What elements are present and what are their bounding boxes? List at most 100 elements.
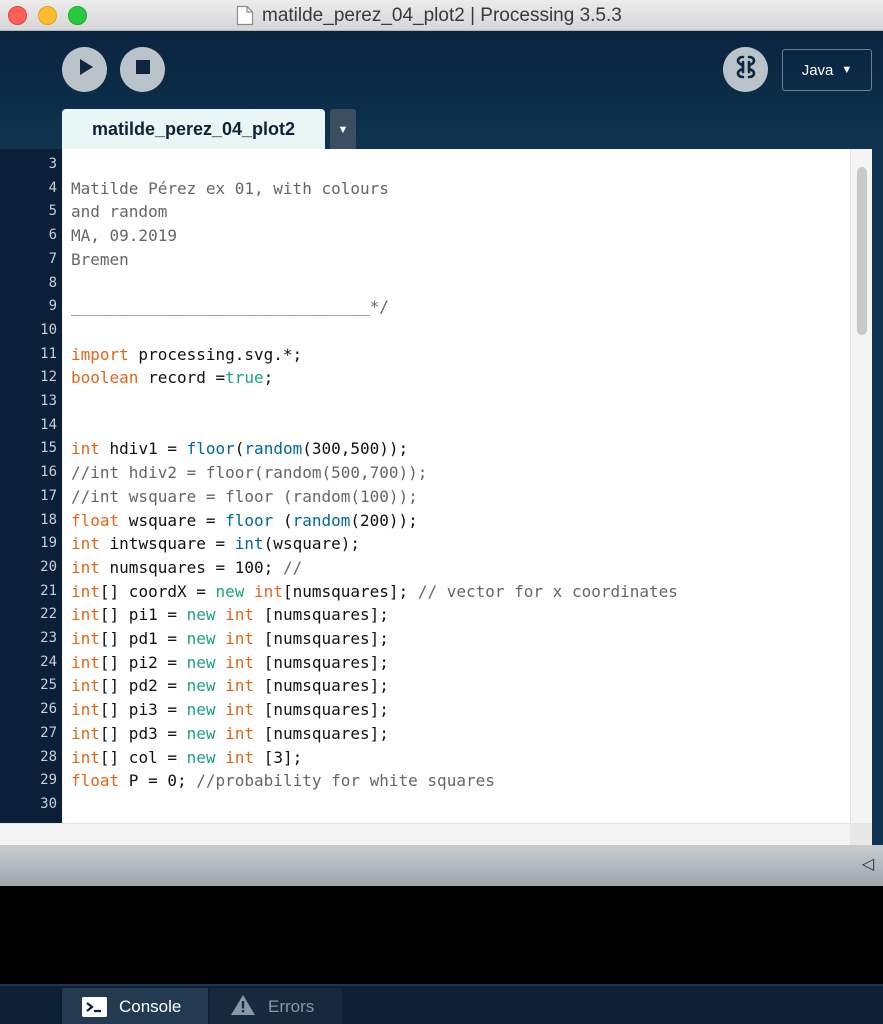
line-number: 21 [40,582,57,599]
minimize-window-button[interactable] [38,6,57,25]
function-token: floor [225,510,274,530]
message-area: ◁ [0,845,883,886]
code-token: hdiv1 = [99,439,187,459]
code-line: int[] coordX = new int[numsquares]; // v… [71,580,678,604]
code-token: (200)); [350,510,418,530]
line-number: 6 [48,227,57,244]
function-token: int [234,534,264,554]
keyword-token: int [71,534,100,554]
code-line: //int hdiv2 = floor(random(500,700)); [71,461,427,485]
literal-token: new [186,605,216,625]
tab-label: matilde_perez_04_plot2 [91,119,296,139]
mode-label: Java [801,61,834,79]
toolbar: Java ▼ matilde_perez_04_plot2 ▼ [0,31,883,150]
keyword-token: float [71,510,120,530]
line-number-gutter: 3 4 5 6 7 8 9 10 11 12 13 14 15 16 17 18 19 20 21 22 23 24 25 2… [0,149,62,823]
line-number: 19 [40,535,57,552]
line-number: 30 [40,795,57,812]
console-output[interactable] [0,886,883,984]
line-number: 20 [40,558,57,575]
code-line: float P = 0; //probability for white squ… [71,769,495,793]
run-button[interactable] [62,47,107,92]
code-token: [] pd1 = [99,629,187,648]
keyword-token: int [71,439,100,459]
code-token: processing.svg.*; [128,344,303,364]
document-icon [236,5,254,26]
tab-menu-button[interactable]: ▼ [330,109,356,150]
code-editor[interactable]: Matilde Pérez ex 01, with colours and ran… [62,149,872,823]
debugger-button[interactable] [723,47,768,92]
line-number: 29 [40,772,57,789]
literal-token: new [186,723,216,743]
keyword-token: int [225,723,255,743]
keyword-token: boolean [71,368,139,388]
horizontal-scrollbar[interactable] [0,823,872,845]
comment-token: and random [71,202,168,222]
stop-icon [135,59,151,80]
code-token: [numsquares]; [254,629,389,648]
collapse-console-icon[interactable]: ◁ [859,855,877,875]
stop-button[interactable] [120,47,165,92]
code-line: boolean record =true; [71,366,273,390]
function-token: random [244,439,303,459]
literal-token: new [186,629,216,648]
keyword-token: int [71,557,100,577]
line-number: 17 [40,487,57,504]
code-line: int intwsquare = int(wsquare); [71,532,360,556]
chevron-down-icon: ▼ [841,64,853,76]
line-number: 13 [40,393,57,409]
comment-token: Matilde Pérez ex 01, with colours [71,178,389,198]
code-line: import processing.svg.*; [71,343,302,367]
line-number: 15 [40,440,57,457]
tab-sketch[interactable]: matilde_perez_04_plot2 [62,109,325,150]
code-token: [numsquares]; [254,652,389,672]
code-line: int hdiv1 = floor(random(300,500)); [71,437,408,461]
keyword-token: int [71,605,100,625]
comment-token: //probability for white squares [196,771,495,791]
code-token: [numsquares]; [282,581,418,601]
comment-token: //int hdiv2 = floor(random(500,700)); [71,463,428,483]
code-line: int[] pd1 = new int [numsquares]; [71,627,389,651]
code-token: ( [273,510,293,530]
mode-selector[interactable]: Java ▼ [782,49,872,91]
console-tab-label: Console [119,997,182,1016]
comment-token: // vector for x coordinates [417,581,678,601]
function-token: floor [186,439,235,459]
line-number: 28 [40,748,57,765]
comment-token: _______________________________*/ [71,297,389,317]
keyword-token: int [225,605,255,625]
line-number: 24 [40,653,57,670]
tab-errors[interactable]: Errors [210,988,342,1024]
keyword-token: int [225,747,255,767]
line-number: 8 [48,274,57,291]
line-number: 26 [40,701,57,718]
keyword-token: int [254,581,283,601]
code-line: float wsquare = floor (random(200)); [71,509,418,533]
code-token: [] pi2 = [99,652,187,672]
literal-token: new [186,676,216,696]
vertical-scrollbar[interactable] [850,149,872,823]
code-token: [numsquares]; [254,700,389,720]
keyword-token: int [71,676,100,696]
maximize-window-button[interactable] [68,6,87,25]
code-line: int[] pi3 = new int [numsquares]; [71,698,389,722]
code-line: int numsquares = 100; // [71,556,302,580]
code-token: (wsquare); [263,534,360,554]
close-window-button[interactable] [8,6,27,25]
literal-token: new [215,581,245,601]
line-number: 23 [40,630,57,646]
tab-console[interactable]: Console [62,988,208,1024]
line-number: 9 [48,298,57,315]
vertical-scrollbar-thumb[interactable] [857,167,867,335]
keyword-token: int [225,629,255,648]
scroll-corner [850,823,872,845]
line-number: 7 [48,250,57,267]
code-line: Bremen [71,248,129,272]
code-token: (300,500)); [302,439,409,459]
comment-token: Bremen [71,249,129,269]
literal-token: new [186,747,216,767]
